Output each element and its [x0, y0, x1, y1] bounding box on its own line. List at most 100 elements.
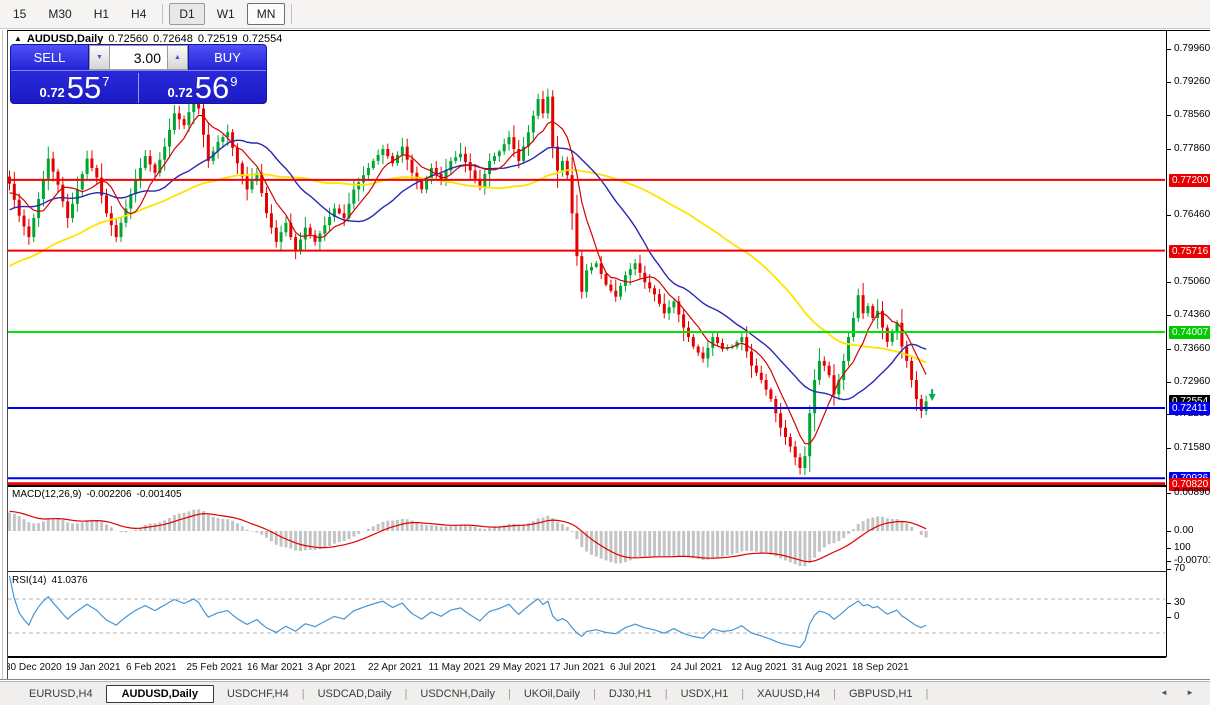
rsi-scale-label: 70	[1167, 563, 1185, 575]
price-tick: 0.71580	[1167, 442, 1210, 454]
price-scale[interactable]: 0.79960 0.79260 0.78560 0.77860 0.76460 0.750…	[1166, 30, 1210, 657]
price-tick: 0.75060	[1167, 276, 1210, 288]
date-label: 3 Apr 2021	[307, 662, 356, 673]
toolbar-separator	[291, 4, 293, 24]
buy-price-digits: 56	[194, 70, 230, 104]
one-click-trading-panel: SELL ▼ 3.00 ▲ BUY 0.72 55 7 0.72 56 9	[10, 44, 267, 104]
timeframe-button-H4[interactable]: H4	[121, 3, 156, 25]
price-tick: 0.73660	[1167, 343, 1210, 355]
collapse-panel-icon[interactable]: ▲	[14, 34, 22, 43]
window-frame-line	[2, 30, 3, 679]
timeframe-button-15[interactable]: 15	[3, 3, 36, 25]
chart-tab-USDCNH,Daily[interactable]: USDCNH,Daily	[407, 686, 508, 702]
chart-tab-AUDUSD,Daily[interactable]: AUDUSD,Daily	[105, 684, 214, 703]
rsi-name: RSI(14)	[12, 575, 47, 586]
macd-signal-value: -0.001405	[136, 489, 182, 500]
macd-panel-layer	[8, 509, 928, 567]
date-label: 19 Jan 2021	[65, 662, 121, 673]
macd-main-value: -0.002206	[86, 489, 132, 500]
timeframe-button-H1[interactable]: H1	[84, 3, 119, 25]
chart-tab-DJ30,H1[interactable]: DJ30,H1	[596, 686, 665, 702]
chart-tab-bar: EURUSD,H4 AUDUSD,Daily USDCHF,H4 | USDCAD,Da…	[0, 681, 1210, 705]
rsi-panel-layer	[8, 575, 1165, 649]
sell-price-pip: 7	[102, 74, 110, 89]
rsi-line	[8, 575, 927, 649]
chart-tab-EURUSD,H4[interactable]: EURUSD,H4	[16, 686, 106, 702]
chart-tab-XAUUSD,H4[interactable]: XAUUSD,H4	[744, 686, 833, 702]
date-label: 29 May 2021	[489, 662, 547, 673]
price-tick: 0.72960	[1167, 376, 1210, 388]
price-tick: 0.79260	[1167, 76, 1210, 88]
buy-price-display[interactable]: 0.72 56 9	[139, 70, 266, 104]
timeframe-button-D1[interactable]: D1	[169, 3, 205, 25]
sell-price-display[interactable]: 0.72 55 7	[11, 70, 138, 104]
chart-tab-GBPUSD,H1[interactable]: GBPUSD,H1	[836, 686, 926, 702]
date-axis[interactable]: 30 Dec 2020 19 Jan 2021 6 Feb 2021 25 Feb 2…	[8, 658, 1166, 679]
chart-tab-USDX,H1[interactable]: USDX,H1	[668, 686, 742, 702]
macd-signal-line	[9, 510, 927, 563]
date-label: 11 May 2021	[428, 662, 486, 673]
price-tick: 0.78560	[1167, 109, 1210, 121]
price-line-label[interactable]: 0.74007	[1169, 326, 1210, 339]
ma-21	[9, 139, 927, 401]
price-chart-canvas[interactable]	[0, 0, 1210, 705]
date-label: 6 Jul 2021	[610, 662, 657, 673]
ma-7	[9, 114, 927, 445]
tab-separator: |	[925, 687, 929, 700]
price-line-label[interactable]: 0.72411	[1169, 402, 1210, 415]
tab-scroll-arrows[interactable]: ◄ ►	[1160, 688, 1202, 697]
price-tick: 0.74360	[1167, 309, 1210, 321]
rsi-scale-label: 100	[1167, 542, 1191, 554]
macd-name: MACD(12,26,9)	[12, 489, 82, 500]
date-label: 22 Apr 2021	[368, 662, 422, 673]
sell-button[interactable]: SELL	[11, 45, 88, 70]
macd-scale-label: 0.008904	[1167, 487, 1210, 499]
price-tick: 0.77860	[1167, 143, 1210, 155]
date-label: 6 Feb 2021	[126, 662, 177, 673]
timeframe-button-MN[interactable]: MN	[246, 3, 286, 25]
price-tick: 0.79960	[1167, 43, 1210, 55]
buy-price-prefix: 0.72	[167, 85, 193, 100]
volume-increase-button[interactable]: ▲	[167, 45, 188, 70]
rsi-indicator-label: RSI(14) 41.0376	[12, 575, 93, 586]
panel-separator[interactable]	[8, 485, 1166, 487]
trade-arrow-stem	[931, 389, 934, 394]
volume-control: ▼ 3.00 ▲	[88, 45, 189, 70]
chart-window-frame	[7, 30, 1210, 680]
chart-tab-UKOil,Daily[interactable]: UKOil,Daily	[511, 686, 593, 702]
price-line-label[interactable]: 0.77200	[1169, 174, 1210, 187]
chart-tab-USDCHF,H4[interactable]: USDCHF,H4	[214, 686, 302, 702]
volume-decrease-button[interactable]: ▼	[89, 45, 110, 70]
chart-tab-USDCAD,Daily[interactable]: USDCAD,Daily	[305, 686, 405, 702]
timeframe-toolbar: 15 M30 H1 H4 D1 W1 MN	[0, 0, 1210, 29]
date-label: 31 Aug 2021	[791, 662, 848, 673]
rsi-scale-label: 0	[1167, 611, 1180, 623]
buy-price-pip: 9	[230, 74, 238, 89]
macd-scale-label: 0.00	[1167, 525, 1193, 537]
sell-trade-arrow-icon	[928, 394, 936, 401]
ma-55	[9, 168, 927, 364]
sell-price-digits: 55	[66, 70, 102, 104]
price-tick: 0.76460	[1167, 209, 1210, 221]
sell-price-prefix: 0.72	[39, 85, 65, 100]
date-label: 24 Jul 2021	[670, 662, 723, 673]
macd-indicator-label: MACD(12,26,9) -0.002206 -0.001405	[12, 489, 187, 500]
timeframe-button-M30[interactable]: M30	[38, 3, 81, 25]
price-line-label[interactable]: 0.75716	[1169, 245, 1210, 258]
moving-averages-layer	[9, 114, 927, 445]
volume-input[interactable]: 3.00	[110, 45, 167, 70]
horizontal-lines-layer	[8, 178, 1165, 486]
rsi-scale-label: 30	[1167, 597, 1185, 609]
candles-layer	[8, 88, 928, 476]
date-label: 12 Aug 2021	[731, 662, 788, 673]
window-bottom-border	[0, 679, 1210, 680]
date-label: 18 Sep 2021	[852, 662, 909, 673]
panel-separator[interactable]	[8, 571, 1166, 572]
date-label: 17 Jun 2021	[549, 662, 605, 673]
timeframe-button-W1[interactable]: W1	[207, 3, 245, 25]
buy-button[interactable]: BUY	[189, 45, 266, 70]
date-label: 25 Feb 2021	[186, 662, 243, 673]
date-label: 16 Mar 2021	[247, 662, 304, 673]
date-label: 30 Dec 2020	[8, 662, 62, 673]
toolbar-separator	[162, 4, 164, 24]
